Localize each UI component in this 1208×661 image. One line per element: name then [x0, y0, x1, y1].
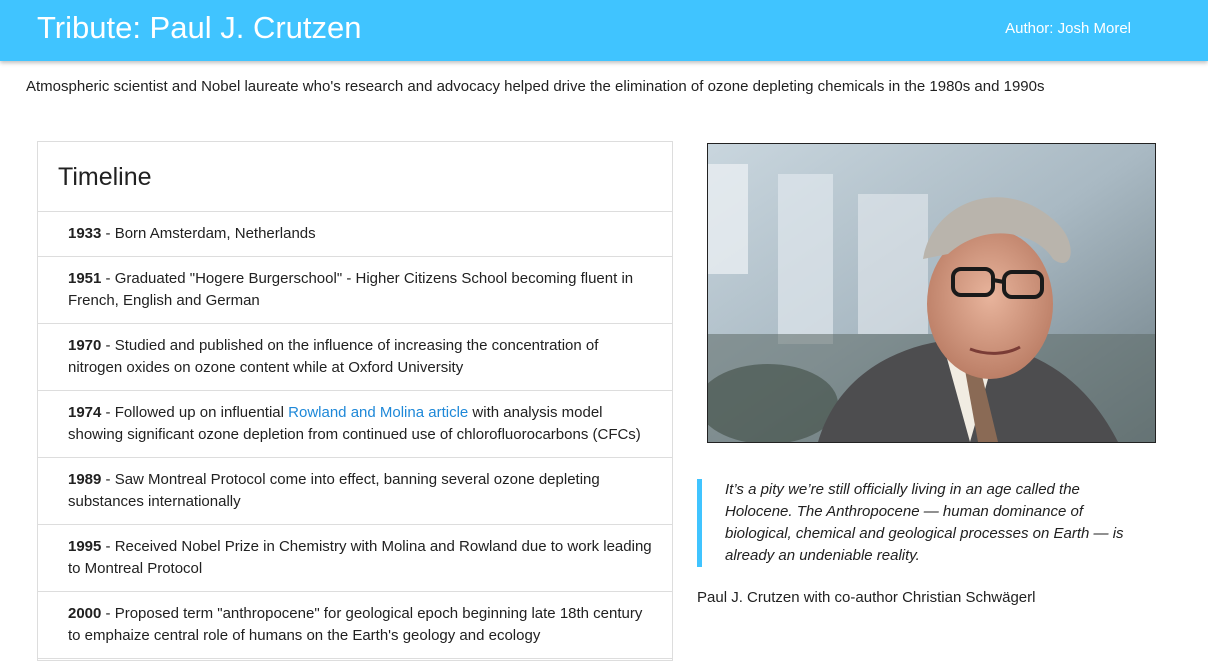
timeline-text: - Received Nobel Prize in Chemistry with…: [68, 538, 652, 577]
portrait-photo-icon: [708, 144, 1155, 442]
quote-block: It’s a pity we’re still officially livin…: [697, 479, 1137, 567]
timeline-item: 2000 - Proposed term "anthropocene" for …: [38, 592, 672, 659]
timeline-title: Timeline: [38, 142, 672, 212]
author-label: Author: Josh Morel: [1005, 20, 1131, 37]
page-header: Tribute: Paul J. Crutzen Author: Josh Mo…: [0, 0, 1208, 61]
page-subtitle: Atmospheric scientist and Nobel laureate…: [26, 78, 1045, 95]
quote-caption: Paul J. Crutzen with co-author Christian…: [697, 589, 1036, 606]
timeline-item: 1995 - Received Nobel Prize in Chemistry…: [38, 525, 672, 592]
timeline-text: - Followed up on influential: [101, 404, 289, 421]
timeline-year: 1974: [68, 404, 102, 421]
timeline-item: 1951 - Graduated "Hogere Burgerschool" -…: [38, 257, 672, 324]
timeline-year: 1933: [68, 225, 102, 242]
timeline-text: - Studied and published on the influence…: [68, 337, 599, 376]
timeline-item: 1933 - Born Amsterdam, Netherlands: [38, 212, 672, 257]
timeline-text: - Proposed term "anthropocene" for geolo…: [68, 605, 643, 644]
timeline-text: - Saw Montreal Protocol come into effect…: [68, 471, 600, 510]
timeline-year: 2000: [68, 605, 102, 622]
timeline-year: 1970: [68, 337, 102, 354]
timeline-year: 1995: [68, 538, 102, 555]
page-title: Tribute: Paul J. Crutzen: [37, 10, 362, 45]
timeline-text: - Graduated "Hogere Burgerschool" - High…: [68, 270, 634, 309]
timeline-item: 1989 - Saw Montreal Protocol come into e…: [38, 458, 672, 525]
timeline-text: - Born Amsterdam, Netherlands: [101, 225, 316, 242]
timeline-item: 1970 - Studied and published on the infl…: [38, 324, 672, 391]
timeline-item: 1974 - Followed up on influential Rowlan…: [38, 391, 672, 458]
rowland-molina-article-link[interactable]: Rowland and Molina article: [288, 404, 468, 421]
timeline-card: Timeline 1933 - Born Amsterdam, Netherla…: [37, 141, 673, 661]
timeline-year: 1951: [68, 270, 102, 287]
timeline-year: 1989: [68, 471, 102, 488]
portrait-photo: [707, 143, 1156, 443]
